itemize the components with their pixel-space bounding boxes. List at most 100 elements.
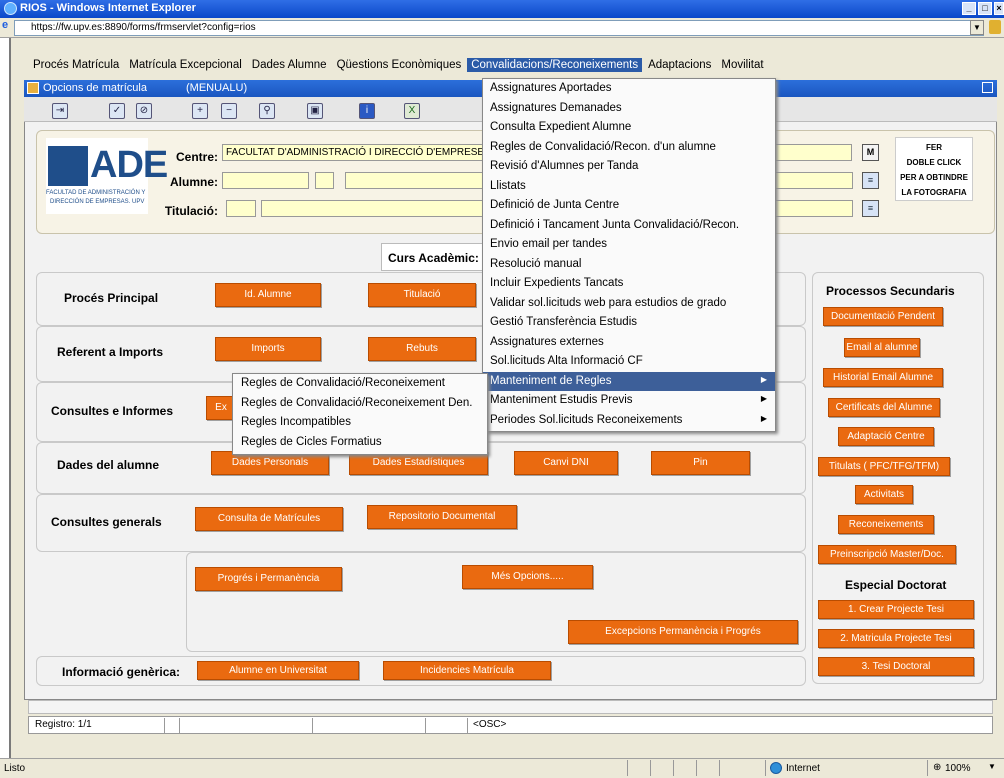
photo-box[interactable]: FER DOBLE CLICK PER A OBTINDRE LA FOTOGR… — [895, 137, 973, 201]
menu-movilitat[interactable]: Movilitat — [717, 58, 767, 72]
menu-item-envio-email[interactable]: Envio email per tandes — [483, 235, 775, 255]
label-consultes-generals: Consultes generals — [51, 515, 162, 529]
button-documentacio-pendent[interactable]: Documentació Pendent — [823, 307, 943, 326]
minimize-button[interactable]: _ — [962, 2, 976, 15]
centre-label: Centre: — [175, 150, 218, 164]
exit-icon[interactable]: ⇥ — [52, 103, 68, 119]
submenu-arrow-icon: ▶ — [760, 413, 767, 423]
menu-questions-economiques[interactable]: Qüestions Econòmiques — [333, 58, 466, 72]
menu-item-assignatures-demanades[interactable]: Assignatures Demanades — [483, 99, 775, 119]
zoom-level[interactable]: 100% — [945, 763, 971, 774]
curs-academic-label: Curs Acadèmic: — [381, 243, 489, 271]
menu-matricula-excepcional[interactable]: Matrícula Excepcional — [125, 58, 246, 72]
button-matricula-projecte-tesi[interactable]: 2. Matricula Projecte Tesi — [818, 629, 974, 648]
button-activitats[interactable]: Activitats — [855, 485, 913, 504]
menu-adaptacions[interactable]: Adaptacions — [644, 58, 715, 72]
address-bar: e https://fw.upv.es:8890/forms/frmservle… — [0, 18, 1004, 38]
search-icon[interactable]: ⚲ — [259, 103, 275, 119]
menu-item-definicio-junta[interactable]: Definició de Junta Centre — [483, 196, 775, 216]
page-icon: e — [2, 19, 9, 31]
remove-icon[interactable]: − — [221, 103, 237, 119]
menu-item-manteniment-estudis-label: Manteniment Estudis Previs — [490, 394, 633, 406]
menu-dades-alumne[interactable]: Dades Alumne — [248, 58, 331, 72]
button-adaptacio-centre[interactable]: Adaptació Centre — [838, 427, 934, 446]
menu-item-revisio-tanda[interactable]: Revisió d'Alumnes per Tanda — [483, 157, 775, 177]
menu-item-definicio-tancament[interactable]: Definició i Tancament Junta Convalidació… — [483, 216, 775, 236]
menu-item-regles-alumne[interactable]: Regles de Convalidació/Recon. d'un alumn… — [483, 138, 775, 158]
check-icon[interactable]: ✓ — [109, 103, 125, 119]
button-imports[interactable]: Imports — [215, 337, 321, 361]
url-field[interactable]: https://fw.upv.es:8890/forms/frmservlet?… — [14, 20, 984, 36]
button-pin[interactable]: Pin — [651, 451, 750, 475]
menu-item-assignatures-aportades[interactable]: Assignatures Aportades — [483, 79, 775, 99]
submenu-item-regles-cicles[interactable]: Regles de Cicles Formatius — [233, 433, 487, 453]
photo-text-4: LA FOTOGRAFIA — [901, 188, 967, 197]
alumne-id-field[interactable] — [222, 172, 309, 189]
address-dropdown-icon[interactable]: ▼ — [970, 20, 984, 35]
submenu-item-regles-convalidacio-den[interactable]: Regles de Convalidació/Reconeixement Den… — [233, 394, 487, 414]
excel-icon[interactable]: X — [404, 103, 420, 119]
titulacio-code-field[interactable] — [226, 200, 256, 217]
menu-item-periodes-label: Periodes Sol.licituds Reconeixements — [490, 413, 683, 426]
menu-item-sollicituds-alta[interactable]: Sol.licituds Alta Informació CF — [483, 352, 775, 372]
button-mes-opcions[interactable]: Més Opcions..... — [462, 565, 593, 589]
close-button[interactable]: × — [994, 2, 1004, 15]
cancel-icon[interactable]: ⊘ — [136, 103, 152, 119]
alumne-check-field[interactable] — [315, 172, 334, 189]
alumne-list-button[interactable]: ≡ — [862, 172, 879, 189]
print-icon[interactable]: ▣ — [307, 103, 323, 119]
zoom-icon: ⊕ — [933, 762, 942, 773]
button-tesi-doctoral[interactable]: 3. Tesi Doctoral — [818, 657, 974, 676]
button-reconeixements[interactable]: Reconeixements — [838, 515, 934, 534]
menu-item-manteniment-estudis[interactable]: Manteniment Estudis Previs ▶ — [483, 391, 775, 411]
record-status-bar: Registro: 1/1 <OSC> — [28, 716, 993, 734]
button-incidencies-matricula[interactable]: Incidencies Matrícula — [383, 661, 551, 680]
menu-item-validar-sollicituds[interactable]: Validar sol.licituds web para estudios d… — [483, 294, 775, 314]
info-icon[interactable]: i — [359, 103, 375, 119]
button-canvi-dni[interactable]: Canvi DNI — [514, 451, 618, 475]
button-email-alumne[interactable]: Email al alumne — [844, 338, 920, 357]
maximize-button[interactable]: □ — [978, 2, 992, 15]
logo-text: ADE — [90, 144, 168, 186]
logo-mark-icon — [48, 146, 88, 186]
menu-item-consulta-expedient[interactable]: Consulta Expedient Alumne — [483, 118, 775, 138]
menu-item-manteniment-regles-label: Manteniment de Regles — [490, 374, 612, 387]
submenu-arrow-icon: ▶ — [760, 374, 767, 384]
menu-item-incluir-expedients[interactable]: Incluir Expedients Tancats — [483, 274, 775, 294]
button-titulats[interactable]: Titulats ( PFC/TFG/TFM) — [818, 457, 950, 476]
button-progres-permanencia[interactable]: Progrés i Permanència — [195, 567, 342, 591]
button-alumne-universitat[interactable]: Alumne en Universitat — [197, 661, 359, 680]
logo-subtitle-2: DIRECCIÓN DE EMPRESAS. UPV — [50, 199, 145, 205]
button-certificats-alumne[interactable]: Certificats del Alumne — [828, 398, 940, 417]
submenu-item-regles-incompatibles[interactable]: Regles Incompatibles — [233, 413, 487, 433]
restore-icon[interactable] — [982, 82, 993, 93]
titulacio-list-button[interactable]: ≡ — [862, 200, 879, 217]
button-historial-email[interactable]: Historial Email Alumne — [823, 368, 943, 387]
convalidacions-menu: Assignatures Aportades Assignatures Dema… — [482, 78, 776, 432]
window-subtitle: (MENUALU) — [186, 82, 248, 94]
button-id-alumne[interactable]: Id. Alumne — [215, 283, 321, 307]
menu-item-gestio-transferencia[interactable]: Gestió Transferència Estudis — [483, 313, 775, 333]
lock-icon[interactable] — [989, 20, 1001, 34]
menu-item-manteniment-regles[interactable]: Manteniment de Regles ▶ — [483, 371, 775, 391]
menu-proces-matricula[interactable]: Procés Matrícula — [29, 58, 123, 72]
add-icon[interactable]: + — [192, 103, 208, 119]
button-crear-projecte-tesi[interactable]: 1. Crear Projecte Tesi — [818, 600, 974, 619]
menu-item-llistats[interactable]: Llistats — [483, 177, 775, 197]
button-consulta-matricules[interactable]: Consulta de Matrícules — [195, 507, 343, 531]
browser-title-bar: RIOS - Windows Internet Explorer _ □ × — [0, 0, 1004, 18]
m-button[interactable]: M — [862, 144, 879, 161]
menu-item-periodes-sollicituds[interactable]: Periodes Sol.licituds Reconeixements ▶ — [483, 411, 775, 431]
button-excepcions-permanencia[interactable]: Excepcions Permanència i Progrés — [568, 620, 798, 644]
button-rebuts[interactable]: Rebuts — [368, 337, 476, 361]
submenu-item-regles-convalidacio[interactable]: Regles de Convalidació/Reconeixement — [233, 374, 487, 394]
photo-text-2: DOBLE CLICK — [906, 158, 962, 167]
menu-item-assignatures-externes[interactable]: Assignatures externes — [483, 333, 775, 353]
zoom-dropdown-icon[interactable]: ▼ — [988, 762, 996, 771]
menu-item-resolucio-manual[interactable]: Resolució manual — [483, 255, 775, 275]
button-preinscripcio-master[interactable]: Preinscripció Master/Doc. — [818, 545, 956, 564]
menu-convalidacions[interactable]: Convalidacions/Reconeixements — [467, 58, 643, 72]
button-titulacio[interactable]: Titulació — [368, 283, 476, 307]
menu-bar: Procés Matrícula Matrícula Excepcional Dad… — [29, 58, 770, 76]
button-repositorio-documental[interactable]: Repositorio Documental — [367, 505, 517, 529]
